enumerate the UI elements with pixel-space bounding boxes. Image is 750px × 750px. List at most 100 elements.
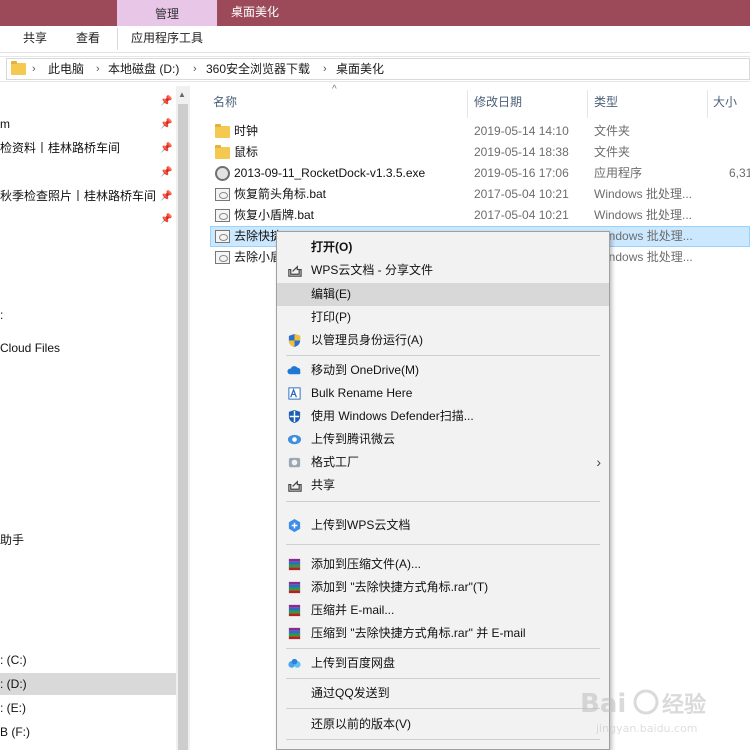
column-header-date[interactable]: 修改日期: [474, 90, 522, 114]
scroll-up-icon[interactable]: ▲: [178, 90, 186, 99]
pin-icon[interactable]: 📌: [160, 143, 172, 155]
batch-file-icon: [215, 251, 230, 264]
window-title: 桌面美化: [231, 5, 280, 19]
winrar-icon: [288, 627, 301, 640]
baidu-jingyan-watermark-logo: Bai 经验 jingyan.baidu.com: [580, 689, 706, 735]
menu-item-label: 压缩到 "去除快捷方式角标.rar" 并 E-mail: [311, 626, 526, 640]
menu-item-compress-rar-email[interactable]: 压缩到 "去除快捷方式角标.rar" 并 E-mail: [277, 622, 609, 645]
breadcrumb-drive-d[interactable]: 本地磁盘 (D:): [108, 58, 179, 80]
menu-separator: [286, 739, 600, 740]
batch-file-icon: [215, 230, 230, 243]
nav-item[interactable]: 助手: [0, 531, 24, 549]
nav-item[interactable]: m: [0, 115, 10, 133]
pin-icon[interactable]: 📌: [160, 96, 172, 108]
nav-item[interactable]: 秋季检查照片丨桂林路桥车间: [0, 187, 156, 205]
menu-item-add-to-rar[interactable]: 添加到 "去除快捷方式角标.rar"(T): [277, 576, 609, 599]
menu-item-compress-email[interactable]: 压缩并 E-mail...: [277, 599, 609, 622]
file-date: 2019-05-14 18:38: [474, 145, 569, 159]
menu-item-run-as-admin[interactable]: 以管理员身份运行(A): [277, 329, 609, 352]
nav-item-drive-d[interactable]: : (D:): [0, 675, 27, 693]
file-type: indows 批处理...: [606, 250, 693, 264]
menu-item-label: 格式工厂: [311, 455, 360, 469]
file-name: 恢复小盾牌.bat: [234, 208, 315, 222]
menu-item-label: 添加到 "去除快捷方式角标.rar"(T): [311, 580, 489, 594]
menu-item-add-archive[interactable]: 添加到压缩文件(A)...: [277, 553, 609, 576]
breadcrumb-current-folder[interactable]: 桌面美化: [336, 58, 384, 80]
menu-item-label: 上传到WPS云文档: [311, 518, 411, 532]
winrar-icon: [288, 604, 301, 617]
nav-item-cloud-files[interactable]: Cloud Files: [0, 339, 60, 357]
menu-item-label: Bulk Rename Here: [311, 386, 413, 400]
folder-icon: [11, 61, 26, 75]
nav-item[interactable]: :: [0, 306, 3, 324]
application-icon: [215, 166, 230, 181]
menu-item-label: 打开(O): [311, 240, 353, 254]
menu-item-format-factory[interactable]: 格式工厂 ›: [277, 451, 609, 474]
menu-item-label: 共享: [311, 478, 336, 492]
svg-text:经验: 经验: [662, 692, 706, 718]
menu-item-qq-send[interactable]: 通过QQ发送到: [277, 682, 609, 705]
menu-item-weiyun[interactable]: 上传到腾讯微云: [277, 428, 609, 451]
menu-item-bulk-rename[interactable]: Bulk Rename Here: [277, 382, 609, 405]
nav-item-drive-f[interactable]: B (F:): [0, 723, 30, 741]
menu-item-restore-versions[interactable]: 还原以前的版本(V): [277, 713, 609, 736]
pin-icon[interactable]: 📌: [160, 214, 172, 226]
file-type: 文件夹: [594, 124, 631, 138]
menu-item-label: 添加到压缩文件(A)...: [311, 557, 421, 571]
nav-scrollbar-thumb[interactable]: [178, 104, 188, 750]
ribbon-divider: [117, 28, 118, 50]
chevron-right-icon: ›: [323, 63, 327, 75]
menu-item-edit[interactable]: 编辑(E): [277, 283, 609, 306]
nav-item-drive-c[interactable]: : (C:): [0, 651, 27, 669]
menu-item-label: 打印(P): [311, 310, 351, 324]
column-divider[interactable]: [707, 90, 708, 118]
menu-item-share[interactable]: 共享: [277, 474, 609, 497]
winrar-icon: [288, 558, 301, 571]
svg-text:jingyan.baidu.com: jingyan.baidu.com: [595, 722, 698, 735]
chevron-right-icon: ›: [96, 63, 100, 75]
ribbon-tabs: [0, 26, 750, 53]
share-icon: [288, 480, 302, 492]
menu-item-label: 以管理员身份运行(A): [311, 333, 423, 347]
chevron-right-icon: ›: [193, 63, 197, 75]
column-header-name[interactable]: 名称: [213, 90, 237, 114]
nav-item-drive-e[interactable]: : (E:): [0, 699, 26, 717]
folder-icon: [215, 145, 230, 159]
breadcrumb-this-pc[interactable]: 此电脑: [48, 58, 84, 80]
manage-context-tab[interactable]: 管理: [117, 0, 217, 26]
navigation-pane: [0, 86, 190, 750]
column-header-type[interactable]: 类型: [594, 90, 618, 114]
pin-icon[interactable]: 📌: [160, 191, 172, 203]
menu-item-defender-scan[interactable]: 使用 Windows Defender扫描...: [277, 405, 609, 428]
svg-text:Bai: Bai: [580, 689, 626, 719]
breadcrumb-360-downloads[interactable]: 360安全浏览器下载: [206, 58, 310, 80]
column-divider[interactable]: [467, 90, 468, 118]
menu-item-baidu-upload[interactable]: 上传到百度网盘: [277, 652, 609, 675]
file-name: 恢复箭头角标.bat: [234, 187, 327, 201]
menu-separator: [286, 544, 600, 545]
tab-app-tools[interactable]: 应用程序工具: [131, 26, 203, 52]
menu-item-open[interactable]: 打开(O): [277, 236, 609, 259]
file-type: indows 批处理...: [606, 229, 693, 243]
menu-separator: [286, 678, 600, 679]
pin-icon[interactable]: 📌: [160, 119, 172, 131]
menu-item-wps-share[interactable]: WPS云文档 - 分享文件: [277, 259, 609, 282]
file-date: 2017-05-04 10:21: [474, 208, 569, 222]
tab-view[interactable]: 查看: [76, 26, 100, 52]
menu-item-label: 编辑(E): [311, 287, 351, 301]
menu-item-label: 通过QQ发送到: [311, 686, 390, 700]
menu-item-print[interactable]: 打印(P): [277, 306, 609, 329]
pin-icon[interactable]: 📌: [160, 167, 172, 179]
file-name: 去除快捷: [234, 229, 283, 243]
chevron-right-icon: ›: [32, 63, 36, 75]
sort-asc-icon: ^: [332, 84, 337, 95]
column-header-size[interactable]: 大小: [713, 90, 737, 114]
defender-icon: [288, 409, 301, 424]
menu-item-label: 还原以前的版本(V): [311, 717, 411, 731]
column-divider[interactable]: [587, 90, 588, 118]
nav-item[interactable]: 检资料丨桂林路桥车间: [0, 139, 120, 157]
tab-share[interactable]: 共享: [23, 26, 47, 52]
file-size: 6,31: [729, 166, 750, 180]
menu-item-wps-upload[interactable]: 上传到WPS云文档: [277, 514, 609, 537]
menu-item-move-onedrive[interactable]: 移动到 OneDrive(M): [277, 359, 609, 382]
